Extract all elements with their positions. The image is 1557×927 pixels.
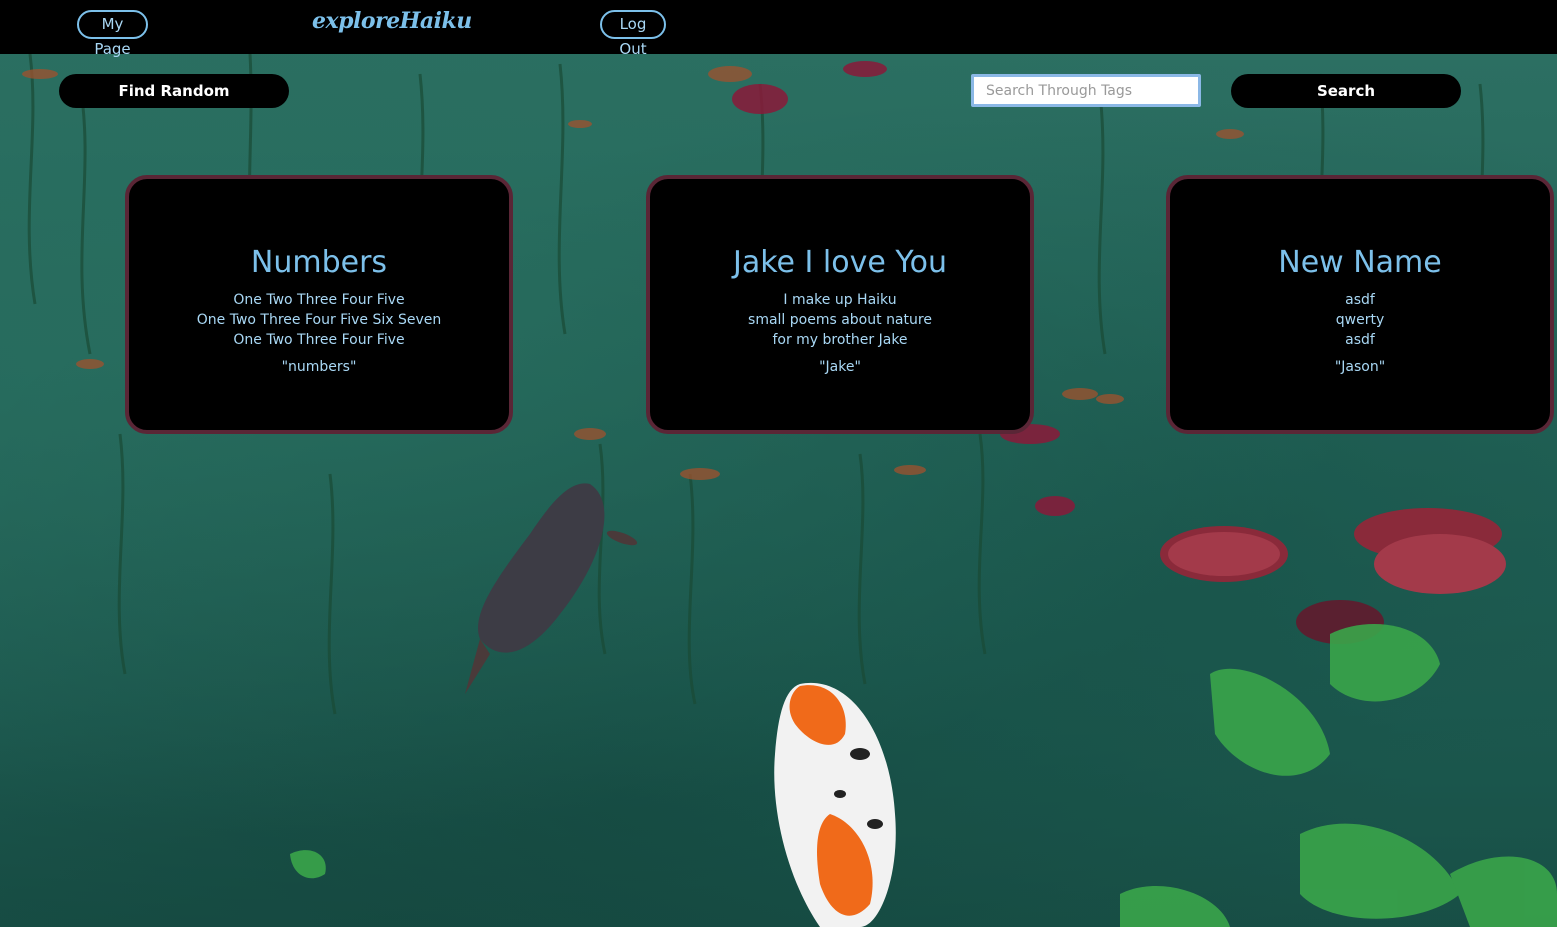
haiku-title: New Name <box>1278 245 1442 280</box>
haiku-line: small poems about nature <box>748 312 932 328</box>
haiku-title: Numbers <box>250 245 388 280</box>
haiku-body: I make up Haiku small poems about nature… <box>650 290 1030 350</box>
haiku-line: qwerty <box>1335 312 1385 328</box>
log-out-link[interactable]: Log Out <box>600 10 666 58</box>
haiku-line: asdf <box>1345 332 1375 348</box>
haiku-line: for my brother Jake <box>772 332 908 348</box>
haiku-card[interactable]: Numbers One Two Three Four Five One Two … <box>125 175 513 434</box>
tag-search-input[interactable] <box>971 74 1201 107</box>
haiku-line: One Two Three Four Five Six Seven <box>196 312 442 328</box>
haiku-body: asdf qwerty asdf <box>1170 290 1550 350</box>
haiku-tag: "Jake" <box>819 359 861 375</box>
haiku-line: One Two Three Four Five <box>233 292 405 308</box>
haiku-line: One Two Three Four Five <box>233 332 405 348</box>
haiku-title: Jake I love You <box>732 245 948 280</box>
haiku-tag: "Jason" <box>1334 359 1386 375</box>
haiku-card[interactable]: Jake I love You I make up Haiku small po… <box>646 175 1034 434</box>
brand-logo[interactable]: exploreHaiku <box>312 8 472 34</box>
my-page-link[interactable]: My Page <box>77 10 148 58</box>
top-nav-bar: My Page exploreHaiku Log Out <box>0 0 1557 58</box>
haiku-body: One Two Three Four Five One Two Three Fo… <box>129 290 509 350</box>
haiku-card[interactable]: New Name asdf qwerty asdf "Jason" <box>1166 175 1554 434</box>
find-random-button[interactable]: Find Random <box>59 74 289 108</box>
haiku-line: I make up Haiku <box>783 292 897 308</box>
search-button[interactable]: Search <box>1231 74 1461 108</box>
haiku-line: asdf <box>1345 292 1375 308</box>
haiku-tag: "numbers" <box>281 359 357 375</box>
